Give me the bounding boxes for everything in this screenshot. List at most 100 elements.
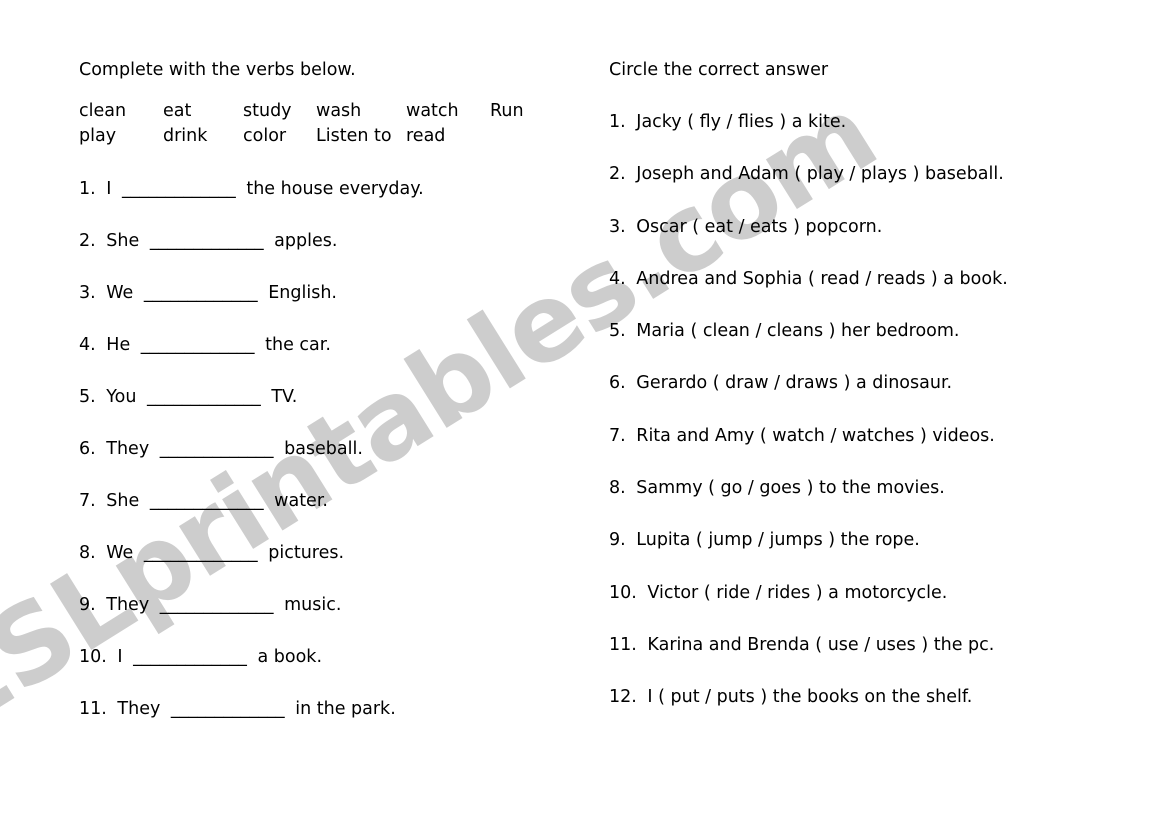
question-suffix: TV.: [271, 387, 298, 407]
multiple-choice-question[interactable]: 12. I ( put / puts ) the books on the sh…: [609, 689, 1029, 741]
answer-blank[interactable]: _____________: [122, 179, 236, 199]
question-number: 3.: [609, 216, 626, 237]
answer-blank[interactable]: _____________: [133, 647, 247, 667]
question-suffix: English.: [268, 283, 337, 303]
question-number: 4.: [609, 268, 626, 289]
question-number: 10.: [79, 647, 107, 667]
word-bank-item: play: [79, 126, 117, 146]
question-suffix: in the park.: [295, 699, 396, 719]
word-bank-row-2: play drink color Listen to read: [79, 126, 539, 153]
multiple-choice-heading: Circle the correct answer: [609, 60, 829, 80]
word-bank-item: eat: [163, 101, 192, 121]
answer-blank[interactable]: _____________: [160, 439, 274, 459]
multiple-choice-question-list: 1. Jacky ( fly / flies ) a kite. 2. Jose…: [609, 112, 1029, 742]
question-number: 5.: [609, 321, 626, 342]
question-text[interactable]: Rita and Amy ( watch / watches ) videos.: [636, 426, 995, 446]
question-number: 10.: [609, 582, 637, 603]
question-text[interactable]: Joseph and Adam ( play / plays ) basebal…: [636, 164, 1004, 184]
question-number: 6.: [79, 439, 96, 459]
multiple-choice-question[interactable]: 8. Sammy ( go / goes ) to the movies.: [609, 478, 1029, 532]
question-text[interactable]: Victor ( ride / rides ) a motorcycle.: [647, 583, 947, 603]
question-prefix: They: [106, 439, 150, 459]
answer-blank[interactable]: _____________: [171, 699, 285, 719]
multiple-choice-question[interactable]: 9. Lupita ( jump / jumps ) the rope.: [609, 532, 1029, 584]
answer-blank[interactable]: _____________: [150, 231, 264, 251]
answer-blank[interactable]: _____________: [160, 595, 274, 615]
verb-word-bank: clean eat study wash watch Run play drin…: [79, 101, 539, 153]
question-prefix: He: [106, 335, 131, 355]
answer-blank[interactable]: _____________: [150, 491, 264, 511]
word-bank-item: Run: [490, 101, 524, 121]
question-number: 1.: [609, 112, 626, 132]
question-prefix: We: [106, 283, 134, 303]
question-text[interactable]: Gerardo ( draw / draws ) a dinosaur.: [636, 373, 952, 393]
fill-blank-question: 7. She _____________ water.: [79, 491, 589, 545]
word-bank-item: watch: [406, 101, 459, 121]
multiple-choice-question[interactable]: 10. Victor ( ride / rides ) a motorcycle…: [609, 582, 1029, 637]
fill-blank-question: 5. You _____________ TV.: [79, 387, 589, 441]
question-text[interactable]: Jacky ( fly / flies ) a kite.: [636, 112, 846, 132]
word-bank-item: read: [406, 126, 446, 146]
fill-blank-question: 2. She _____________ apples.: [79, 231, 589, 285]
question-text[interactable]: I ( put / puts ) the books on the shelf.: [647, 687, 972, 707]
word-bank-item: clean: [79, 101, 127, 121]
answer-blank[interactable]: _____________: [141, 335, 255, 355]
fill-blank-question: 10. I _____________ a book.: [79, 647, 589, 701]
word-bank-item: Listen to: [316, 126, 392, 146]
multiple-choice-question[interactable]: 7. Rita and Amy ( watch / watches ) vide…: [609, 425, 1029, 480]
question-number: 4.: [79, 335, 96, 355]
question-suffix: baseball.: [284, 439, 363, 459]
multiple-choice-question[interactable]: 6. Gerardo ( draw / draws ) a dinosaur.: [609, 375, 1029, 427]
question-suffix: water.: [274, 491, 328, 511]
multiple-choice-question[interactable]: 1. Jacky ( fly / flies ) a kite.: [609, 112, 1029, 166]
answer-blank[interactable]: _____________: [147, 387, 261, 407]
question-suffix: pictures.: [268, 543, 345, 563]
question-suffix: the house everyday.: [246, 179, 424, 199]
question-number: 7.: [79, 491, 96, 511]
fill-blank-question: 4. He _____________ the car.: [79, 335, 589, 389]
question-number: 9.: [609, 530, 626, 551]
fill-blank-question: 3. We _____________ English.: [79, 283, 589, 337]
question-text[interactable]: Oscar ( eat / eats ) popcorn.: [636, 217, 882, 237]
word-bank-row-1: clean eat study wash watch Run: [79, 101, 539, 128]
question-text[interactable]: Lupita ( jump / jumps ) the rope.: [636, 530, 920, 550]
fill-blank-question: 8. We _____________ pictures.: [79, 543, 589, 597]
question-prefix: They: [117, 699, 161, 719]
question-number: 12.: [609, 687, 637, 708]
question-number: 11.: [79, 699, 107, 719]
word-bank-item: wash: [316, 101, 362, 121]
multiple-choice-question[interactable]: 11. Karina and Brenda ( use / uses ) the…: [609, 634, 1029, 689]
word-bank-item: color: [243, 126, 287, 146]
question-text[interactable]: Maria ( clean / cleans ) her bedroom.: [636, 321, 959, 341]
question-suffix: music.: [284, 595, 342, 615]
question-number: 7.: [609, 425, 626, 446]
question-number: 8.: [609, 478, 626, 499]
question-number: 1.: [79, 179, 96, 199]
fill-blank-question-list: 1. I _____________ the house everyday. 2…: [79, 179, 589, 753]
question-number: 9.: [79, 595, 96, 615]
question-text[interactable]: Andrea and Sophia ( read / reads ) a boo…: [636, 269, 1008, 289]
question-number: 8.: [79, 543, 96, 563]
answer-blank[interactable]: _____________: [144, 543, 258, 563]
question-text[interactable]: Sammy ( go / goes ) to the movies.: [636, 478, 945, 498]
fill-blank-question: 11. They _____________ in the park.: [79, 699, 589, 753]
question-number: 3.: [79, 283, 96, 303]
multiple-choice-question[interactable]: 4. Andrea and Sophia ( read / reads ) a …: [609, 268, 1029, 323]
question-number: 11.: [609, 634, 637, 655]
question-text[interactable]: Karina and Brenda ( use / uses ) the pc.: [647, 635, 994, 655]
multiple-choice-question[interactable]: 2. Joseph and Adam ( play / plays ) base…: [609, 166, 1029, 218]
fill-blank-heading: Complete with the verbs below.: [79, 60, 356, 80]
question-number: 2.: [79, 231, 96, 251]
multiple-choice-question[interactable]: 5. Maria ( clean / cleans ) her bedroom.: [609, 321, 1029, 375]
question-suffix: apples.: [274, 231, 338, 251]
question-prefix: They: [106, 595, 150, 615]
question-prefix: We: [106, 543, 134, 563]
question-prefix: She: [106, 491, 140, 511]
question-prefix: I: [117, 647, 123, 667]
question-suffix: the car.: [265, 335, 331, 355]
question-number: 6.: [609, 373, 626, 394]
word-bank-item: drink: [163, 126, 208, 146]
multiple-choice-question[interactable]: 3. Oscar ( eat / eats ) popcorn.: [609, 216, 1029, 271]
fill-blank-question: 6. They _____________ baseball.: [79, 439, 589, 493]
answer-blank[interactable]: _____________: [144, 283, 258, 303]
